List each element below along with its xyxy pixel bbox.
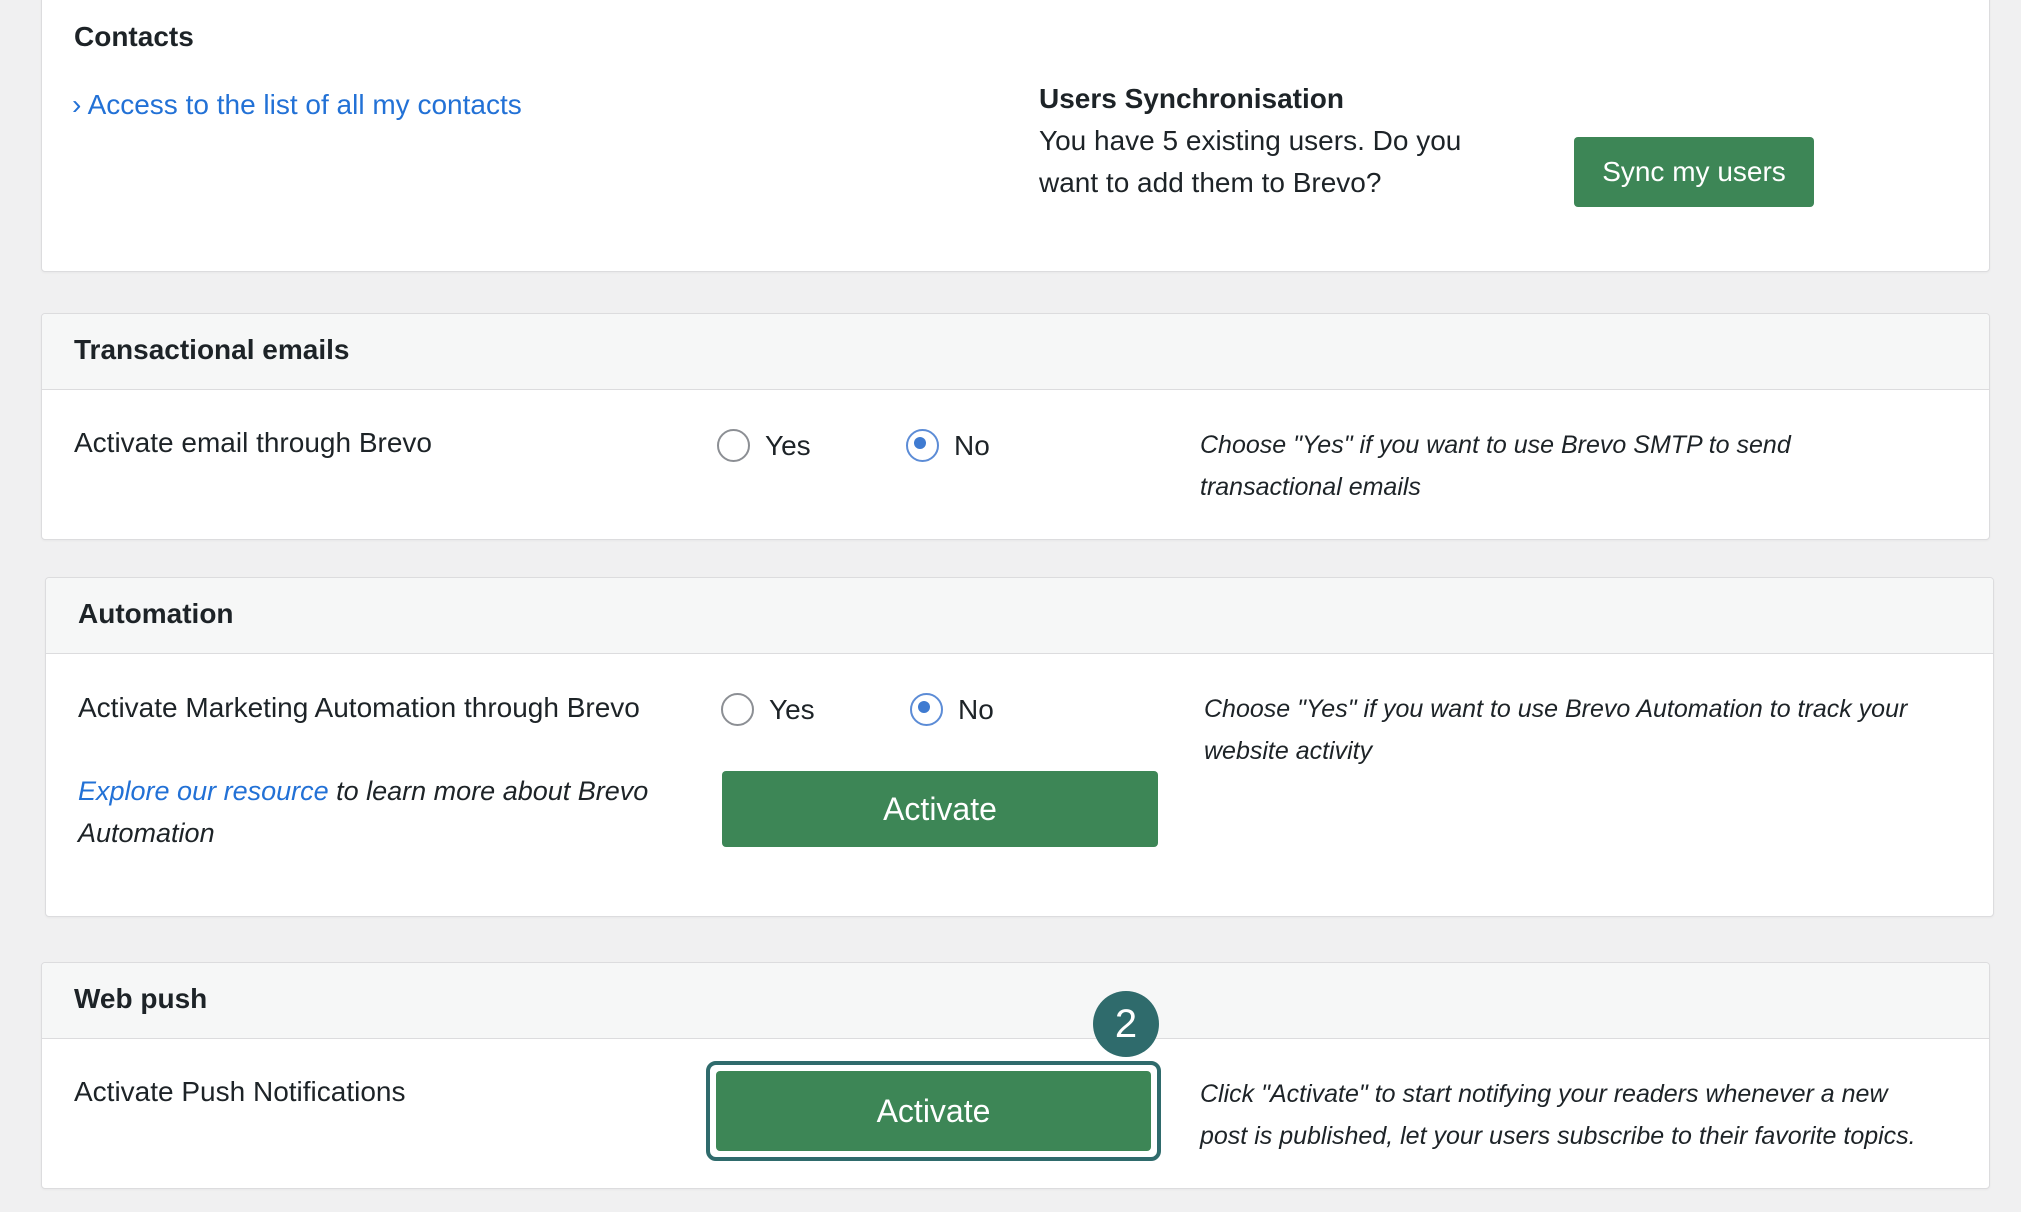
transactional-header: Transactional emails — [42, 314, 1989, 390]
step-badge: 2 — [1093, 991, 1159, 1057]
automation-resource-text: Explore our resource to learn more about… — [78, 770, 698, 854]
transactional-no-label: No — [954, 430, 990, 461]
webpush-panel: Web push Activate Push Notifications Act… — [41, 962, 1990, 1189]
transactional-hint-1: Choose "Yes" if you want to use Brevo SM… — [1200, 431, 1791, 459]
transactional-title: Transactional emails — [74, 334, 350, 365]
contacts-list-link[interactable]: › Access to the list of all my contacts — [72, 89, 522, 121]
transactional-hint-2: transactional emails — [1200, 473, 1421, 501]
transactional-yes-label: Yes — [765, 430, 811, 461]
transactional-yes-radio[interactable] — [717, 429, 750, 462]
webpush-activate-button[interactable]: Activate — [716, 1071, 1151, 1151]
automation-activate-button[interactable]: Activate — [722, 771, 1158, 847]
automation-hint-1: Choose "Yes" if you want to use Brevo Au… — [1204, 695, 1908, 723]
resource-text-2: Automation — [78, 818, 215, 848]
chevron-right-icon: › — [72, 89, 82, 120]
transactional-no-radio[interactable] — [906, 429, 939, 462]
automation-header: Automation — [46, 578, 1993, 654]
users-sync-title: Users Synchronisation — [1039, 83, 1344, 114]
automation-no-radio[interactable] — [910, 693, 943, 726]
webpush-title: Web push — [74, 983, 208, 1014]
explore-resource-link[interactable]: Explore our resource — [78, 776, 329, 806]
contacts-list-link-label: Access to the list of all my contacts — [87, 89, 522, 120]
resource-text-1: to learn more about Brevo — [328, 776, 649, 806]
webpush-header: Web push — [42, 963, 1989, 1039]
contacts-panel: Contacts › Access to the list of all my … — [41, 0, 1990, 272]
users-sync-text-1: You have 5 existing users. Do you — [1039, 125, 1462, 156]
webpush-hint-1: Click "Activate" to start notifying your… — [1200, 1080, 1888, 1108]
contacts-title: Contacts — [74, 21, 194, 52]
automation-title: Automation — [78, 598, 234, 629]
automation-yes-radio[interactable] — [721, 693, 754, 726]
users-sync-text-2: want to add them to Brevo? — [1039, 167, 1382, 198]
automation-panel: Automation Activate Marketing Automation… — [45, 577, 1994, 917]
automation-yes-label: Yes — [769, 694, 815, 725]
webpush-label: Activate Push Notifications — [74, 1076, 406, 1107]
transactional-label: Activate email through Brevo — [74, 427, 432, 458]
transactional-panel: Transactional emails Activate email thro… — [41, 313, 1990, 540]
sync-users-button[interactable]: Sync my users — [1574, 137, 1814, 207]
automation-hint-2: website activity — [1204, 737, 1373, 765]
webpush-hint-2: post is published, let your users subscr… — [1200, 1122, 1916, 1150]
automation-no-label: No — [958, 694, 994, 725]
automation-label: Activate Marketing Automation through Br… — [78, 692, 640, 723]
